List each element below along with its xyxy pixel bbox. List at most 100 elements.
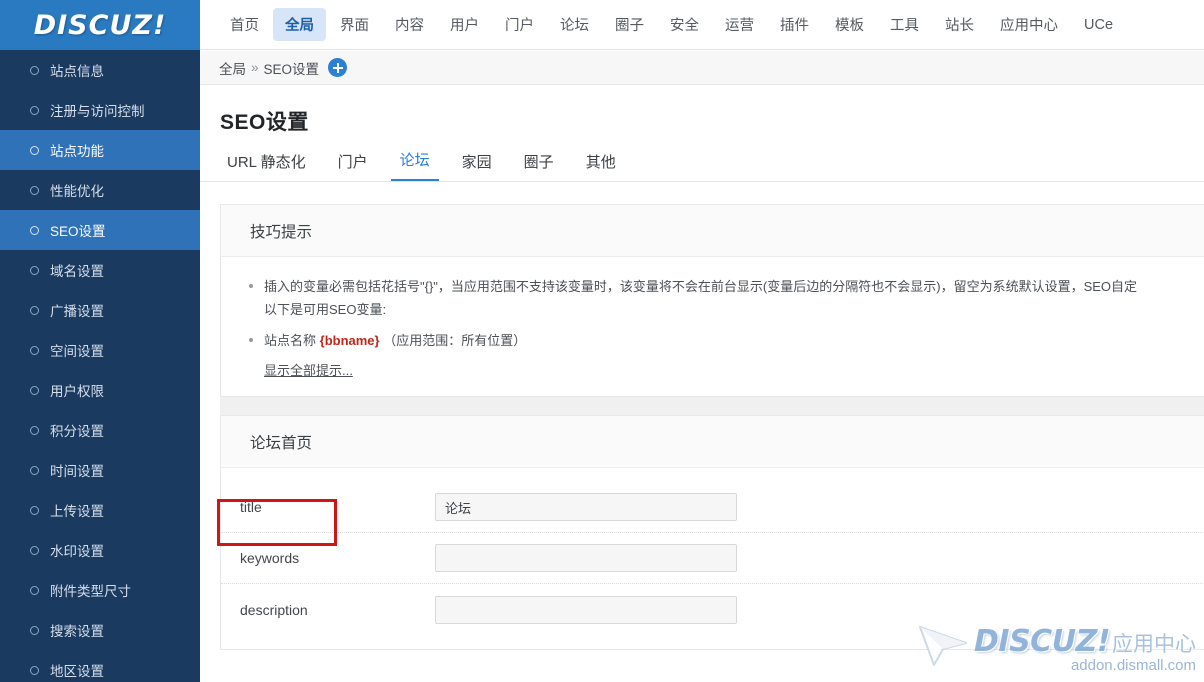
sidebar-item-label: 时间设置	[50, 464, 104, 479]
tab-1[interactable]: 门户	[329, 151, 377, 181]
tip-item-variables: 插入的变量必需包括花括号"{}"，当应用范围不支持该变量时，该变量将不会在前台显…	[221, 271, 1204, 325]
sidebar-item-label: 用户权限	[50, 384, 104, 399]
sidebar-item-label: 站点信息	[50, 64, 104, 79]
tip-bbname-variable: {bbname}	[319, 333, 380, 348]
admin-page: DISCUZ! 站点信息注册与访问控制站点功能性能优化 SEO设置域名设置广播设置…	[0, 0, 1204, 682]
sidebar-item-4[interactable]: SEO设置	[0, 210, 200, 250]
topnav-item-8[interactable]: 安全	[658, 8, 711, 41]
circle-bullet-icon	[30, 665, 39, 675]
tip-text-block: 插入的变量必需包括花括号"{}"，当应用范围不支持该变量时，该变量将不会在前台显…	[264, 275, 1137, 321]
tab-0[interactable]: URL 静态化	[218, 151, 315, 181]
sidebar-item-5[interactable]: 域名设置	[0, 250, 200, 290]
sidebar-item-10[interactable]: 时间设置	[0, 450, 200, 490]
breadcrumb-separator: »	[251, 60, 259, 75]
sidebar-item-3[interactable]: 性能优化	[0, 170, 200, 210]
topnav-item-7[interactable]: 圈子	[603, 8, 656, 41]
sidebar-item-12[interactable]: 水印设置	[0, 530, 200, 570]
sidebar-item-label: 站点功能	[50, 144, 104, 159]
topnav-item-0[interactable]: 首页	[218, 8, 271, 41]
sidebar-item-2[interactable]: 站点功能	[0, 130, 200, 170]
topnav-item-9[interactable]: 运营	[713, 8, 766, 41]
circle-bullet-icon	[30, 625, 39, 635]
sidebar-item-13[interactable]: 附件类型尺寸	[0, 570, 200, 610]
form-input-title[interactable]	[435, 493, 737, 521]
tip-line-2: 以下是可用SEO变量:	[264, 302, 387, 317]
brand-logo-text: DISCUZ!	[33, 9, 167, 41]
form-input-keywords[interactable]	[435, 544, 737, 572]
panel-area: 技巧提示 插入的变量必需包括花括号"{}"，当应用范围不支持该变量时，该变量将不…	[200, 182, 1204, 650]
circle-bullet-icon	[30, 545, 39, 555]
sidebar-item-label: 地区设置	[50, 664, 104, 679]
circle-bullet-icon	[30, 425, 39, 435]
topnav-item-3[interactable]: 内容	[383, 8, 436, 41]
circle-bullet-icon	[30, 305, 39, 315]
topnav-item-12[interactable]: 工具	[878, 8, 931, 41]
breadcrumb-current[interactable]: SEO设置	[264, 58, 320, 78]
form-label-title: title	[240, 499, 262, 515]
topnav-item-1[interactable]: 全局	[273, 8, 326, 41]
form-input-description[interactable]	[435, 595, 737, 624]
tip-bbname-suffix: （应用范围：所有位置）	[383, 333, 527, 348]
sidebar-item-label: 积分设置	[50, 424, 104, 439]
topnav-item-4[interactable]: 用户	[438, 8, 491, 41]
sidebar-item-label: 上传设置	[50, 504, 104, 519]
tab-4[interactable]: 圈子	[515, 151, 563, 181]
tab-2[interactable]: 论坛	[390, 149, 439, 181]
topnav-item-5[interactable]: 门户	[493, 8, 546, 41]
tab-3[interactable]: 家园	[453, 151, 501, 181]
panel-divider	[220, 397, 1204, 415]
sidebar-item-label: 附件类型尺寸	[50, 584, 131, 599]
show-all-tips-link[interactable]: 显示全部提示...	[264, 363, 353, 378]
page-title: SEO设置	[220, 111, 309, 134]
sidebar-item-7[interactable]: 空间设置	[0, 330, 200, 370]
sidebar-item-0[interactable]: 站点信息	[0, 50, 200, 90]
top-navigation: 首页 全局 界面 内容 用户 门户 论坛 圈子 安全 运营 插件 模板 工具 站长 应用中心 UCe	[200, 0, 1204, 50]
circle-bullet-icon	[30, 225, 39, 235]
sidebar-item-label: 性能优化	[50, 184, 104, 199]
topnav-item-15[interactable]: UCe	[1072, 11, 1125, 39]
breadcrumb: 全局 » SEO设置	[200, 51, 1204, 85]
sidebar-item-6[interactable]: 广播设置	[0, 290, 200, 330]
tab-5[interactable]: 其他	[577, 151, 625, 181]
form-row-description: description	[221, 584, 1204, 635]
topnav-item-13[interactable]: 站长	[933, 8, 986, 41]
topnav-item-14[interactable]: 应用中心	[988, 8, 1070, 41]
tip-bbname-prefix: 站点名称	[264, 333, 317, 348]
breadcrumb-root[interactable]: 全局	[219, 58, 246, 78]
circle-bullet-icon	[30, 345, 39, 355]
forum-index-panel-body: title keywords description	[221, 468, 1204, 649]
brand-logo[interactable]: DISCUZ!	[0, 0, 200, 50]
topnav-item-6[interactable]: 论坛	[548, 8, 601, 41]
tip-link-row: 显示全部提示...	[221, 356, 1204, 382]
sidebar-item-15[interactable]: 地区设置	[0, 650, 200, 682]
form-label-keywords: keywords	[240, 550, 300, 566]
sidebar-item-label: 域名设置	[50, 264, 104, 279]
topnav-item-2[interactable]: 界面	[328, 8, 381, 41]
tip-item-bbname: 站点名称 {bbname} （应用范围：所有位置）	[221, 325, 1204, 356]
form-row-keywords: keywords	[221, 533, 1204, 584]
tips-panel: 技巧提示 插入的变量必需包括花括号"{}"，当应用范围不支持该变量时，该变量将不…	[220, 204, 1204, 397]
sidebar-item-label: 搜索设置	[50, 624, 104, 639]
sidebar-item-14[interactable]: 搜索设置	[0, 610, 200, 650]
topnav-item-11[interactable]: 模板	[823, 8, 876, 41]
add-shortcut-icon[interactable]	[328, 58, 348, 77]
circle-bullet-icon	[30, 465, 39, 475]
sidebar-item-label: 广播设置	[50, 304, 104, 319]
form-label-description: description	[240, 601, 308, 618]
sidebar-item-9[interactable]: 积分设置	[0, 410, 200, 450]
tip-bbname-text: 站点名称 {bbname} （应用范围：所有位置）	[264, 329, 526, 352]
sidebar-item-11[interactable]: 上传设置	[0, 490, 200, 530]
tips-panel-header: 技巧提示	[221, 205, 1204, 257]
sidebar-item-1[interactable]: 注册与访问控制	[0, 90, 200, 130]
sidebar-item-label: 水印设置	[50, 544, 104, 559]
bullet-icon	[249, 284, 253, 288]
tip-line-1: 插入的变量必需包括花括号"{}"，当应用范围不支持该变量时，该变量将不会在前台显…	[264, 279, 1138, 294]
circle-bullet-icon	[30, 385, 39, 395]
form-row-title: title	[221, 482, 1204, 533]
sidebar-item-label: 空间设置	[50, 344, 104, 359]
forum-index-panel-title: 论坛首页	[250, 434, 313, 452]
sidebar-item-8[interactable]: 用户权限	[0, 370, 200, 410]
topnav-item-10[interactable]: 插件	[768, 8, 821, 41]
tips-panel-title: 技巧提示	[250, 223, 313, 241]
bullet-icon	[249, 338, 253, 342]
